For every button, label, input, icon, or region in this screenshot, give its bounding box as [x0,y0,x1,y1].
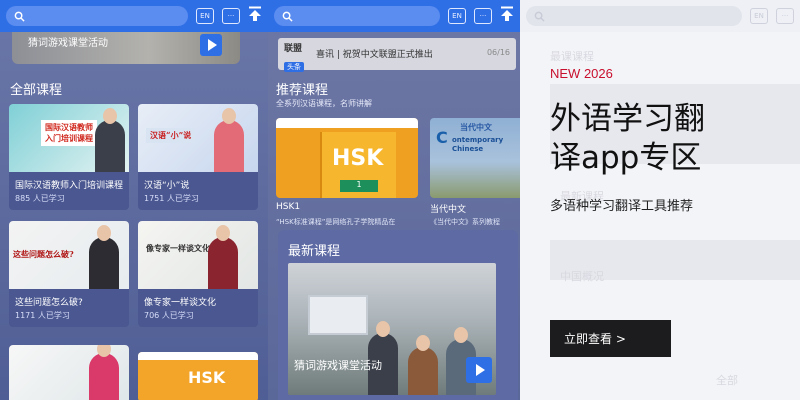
notice-date: 06/16 [486,48,510,57]
thumb-header [138,352,258,360]
ghost-label: 全部 [716,374,738,387]
course-learners: 706 人已学习 [144,311,194,320]
message-icon: ··· [776,8,794,24]
thumb-label-line2: 入门培训课程 [45,133,93,143]
course-title: 这些问题怎么破? [15,298,83,308]
search-icon [534,11,545,22]
hsk-description: “HSK标准课程”是网络孔子学院精品在 [276,218,396,226]
dangdai-logo-en-2: Chinese [452,145,484,153]
search-icon [282,11,293,22]
thumb-label: 像专家一样谈文化 [146,243,210,253]
hsk-caption: HSK1 [276,202,301,212]
course-title: 国际汉语教师入门培训课程 [15,181,124,191]
course-card[interactable]: 汉语“小”说 汉语“小”说 1751 人已学习 [138,104,258,210]
course-card[interactable] [9,345,129,400]
thumb-label-line1: 国际汉语教师 [45,122,93,132]
search-bar[interactable] [274,6,440,26]
course-card[interactable]: 国际汉语教师 入门培训课程 国际汉语教师入门培训课程 885 人已学习 [9,104,129,210]
course-learners: 1171 人已学习 [15,311,70,320]
course-card[interactable]: 这些问题怎么破? 这些问题怎么破? 1171 人已学习 [9,221,129,327]
hsk-course-card[interactable]: HSK 1 [276,118,418,198]
play-icon[interactable] [466,357,492,383]
video-banner-title: 猜词游戏课堂活动 [28,38,108,49]
logo-text-bottom: 头条 [284,62,304,72]
dangdai-logo-c: C [436,128,448,147]
search-bar [526,6,742,26]
promo-panel: EN ··· 最课课程 最新课程 中国概况 全部 NEW 2026 外语学习翻译… [520,0,800,400]
thumb-label: 国际汉语教师 入门培训课程 [41,120,97,146]
instructor-figure [89,225,119,289]
language-toggle-button: EN [750,8,768,24]
app-screen-home: 联盟 头条 喜讯 | 祝贺中文联盟正式推出 06/16 推荐课程 全系列汉语课程… [268,0,520,400]
instructor-figure [208,225,238,289]
recommend-subtitle: 全系列汉语课程，名师讲解 [276,99,372,108]
dangdai-logo-en-1: ontemporary [452,136,504,144]
instructor-figure [89,345,119,400]
top-bar: EN ··· [520,0,800,32]
hsk-level: 1 [340,180,378,192]
video-banner[interactable]: 猜词游戏课堂活动 [12,32,240,64]
upload-icon[interactable] [240,6,262,26]
course-thumbnail: 国际汉语教师 入门培训课程 [9,104,129,172]
top-bar: EN ··· [268,0,520,32]
recommend-title: 推荐课程 [276,83,329,98]
promo-headline: 外语学习翻译app专区 [550,101,705,176]
student-figure [408,335,438,395]
latest-video-title: 猜词游戏课堂活动 [294,359,382,372]
app-screen-course-list: 猜词游戏课堂活动 全部课程 国际汉语教师 入门培训课程 国际汉语教师入门培训课程… [0,0,268,400]
play-icon[interactable] [200,34,222,56]
notice-text: 喜讯 | 祝贺中文联盟正式推出 [316,50,433,60]
ghost-label: 中国概况 [560,270,604,283]
course-card[interactable]: 像专家一样谈文化 像专家一样谈文化 706 人已学习 [138,221,258,327]
course-thumbnail [9,345,129,400]
message-icon[interactable]: ··· [474,8,492,24]
course-learners: 885 人已学习 [15,194,65,203]
dangdai-course-card[interactable]: C 当代中文 ontemporary Chinese [430,118,520,198]
course-thumbnail: 像专家一样谈文化 [138,221,258,289]
dangdai-description: 《当代中文》系列教程 [430,218,500,226]
course-thumbnail: 汉语“小”说 [138,104,258,172]
thumb-label: 这些问题怎么破? [13,249,74,259]
view-now-button[interactable]: 立即查看 > [550,320,671,357]
latest-title: 最新课程 [288,244,341,259]
language-toggle-button[interactable]: EN [448,8,466,24]
promo-description: 多语种学习翻译工具推荐 [550,199,694,214]
course-title: 像专家一样谈文化 [144,298,217,308]
search-bar[interactable] [6,6,188,26]
hsk-header [276,118,418,128]
dangdai-logo-cn: 当代中文 [460,123,492,132]
instructor-figure [214,108,244,172]
dangdai-caption: 当代中文 [430,205,467,215]
news-notice[interactable]: 联盟 头条 喜讯 | 祝贺中文联盟正式推出 06/16 [278,38,516,72]
dangdai-logo-en: ontemporary Chinese [452,136,503,154]
course-thumbnail: 这些问题怎么破? [9,221,129,289]
top-bar: EN ··· [0,0,268,32]
thumb-label: HSK [188,368,226,387]
language-toggle-button[interactable]: EN [196,8,214,24]
course-card[interactable]: HSK [138,352,258,400]
headline-logo: 联盟 头条 [284,41,312,72]
search-icon [14,11,25,22]
logo-text-top: 联盟 [284,44,303,54]
course-thumbnail: HSK [138,352,258,400]
instructor-figure [95,108,125,172]
ghost-label: 最课课程 [550,50,594,63]
course-learners: 1751 人已学习 [144,194,199,203]
message-icon[interactable]: ··· [222,8,240,24]
thumb-label: 汉语“小”说 [146,128,196,143]
all-courses-title: 全部课程 [10,83,63,98]
latest-video-thumbnail[interactable]: 猜词游戏课堂活动 [288,263,496,395]
promo-pretitle: NEW 2026 [550,66,613,81]
classroom-board [308,295,368,335]
upload-icon[interactable] [492,6,514,26]
hsk-label: HSK [332,146,384,171]
course-title: 汉语“小”说 [144,181,190,191]
